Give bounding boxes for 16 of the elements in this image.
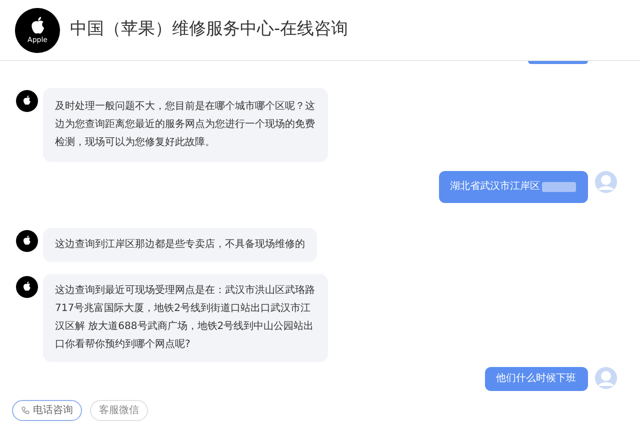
user-avatar xyxy=(595,171,617,193)
phone-icon xyxy=(21,406,30,415)
apple-icon xyxy=(22,95,32,107)
user-message: 湖北省武汉市江岸区 xyxy=(439,171,588,203)
quick-action-button[interactable]: 电话咨询 xyxy=(12,400,82,421)
chat-title: 中国（苹果）维修服务中心-在线咨询 xyxy=(70,18,348,42)
bot-message: 这边查询到最近可现场受理网点是在：武汉市洪山区武珞路717号兆富国际大厦，地铁2号线到街道口站出口武汉市江汉区解 放大道688号武商广场，地铁2号线到中山公园站出口你看帮你预约到哪个网点呢? xyxy=(43,274,328,362)
apple-icon xyxy=(22,281,32,293)
bot-message: 及时处理一般问题不大，您目前是在哪个城市哪个区呢？这边为您查询距离您最近的服务网点为您进行一个现场的免费检测，现场可以为您修复好此故障。 xyxy=(43,88,328,162)
user-message: 他们什么时候下班 xyxy=(485,367,588,391)
apple-icon xyxy=(22,235,32,247)
apple-icon xyxy=(28,16,46,36)
bot-message: 这边查询到江岸区那边都是些专卖店，不具备现场维修的 xyxy=(43,228,317,262)
quick-action-button[interactable]: 客服微信 xyxy=(90,400,148,421)
user-avatar xyxy=(595,367,617,389)
message-bubble xyxy=(528,61,588,64)
